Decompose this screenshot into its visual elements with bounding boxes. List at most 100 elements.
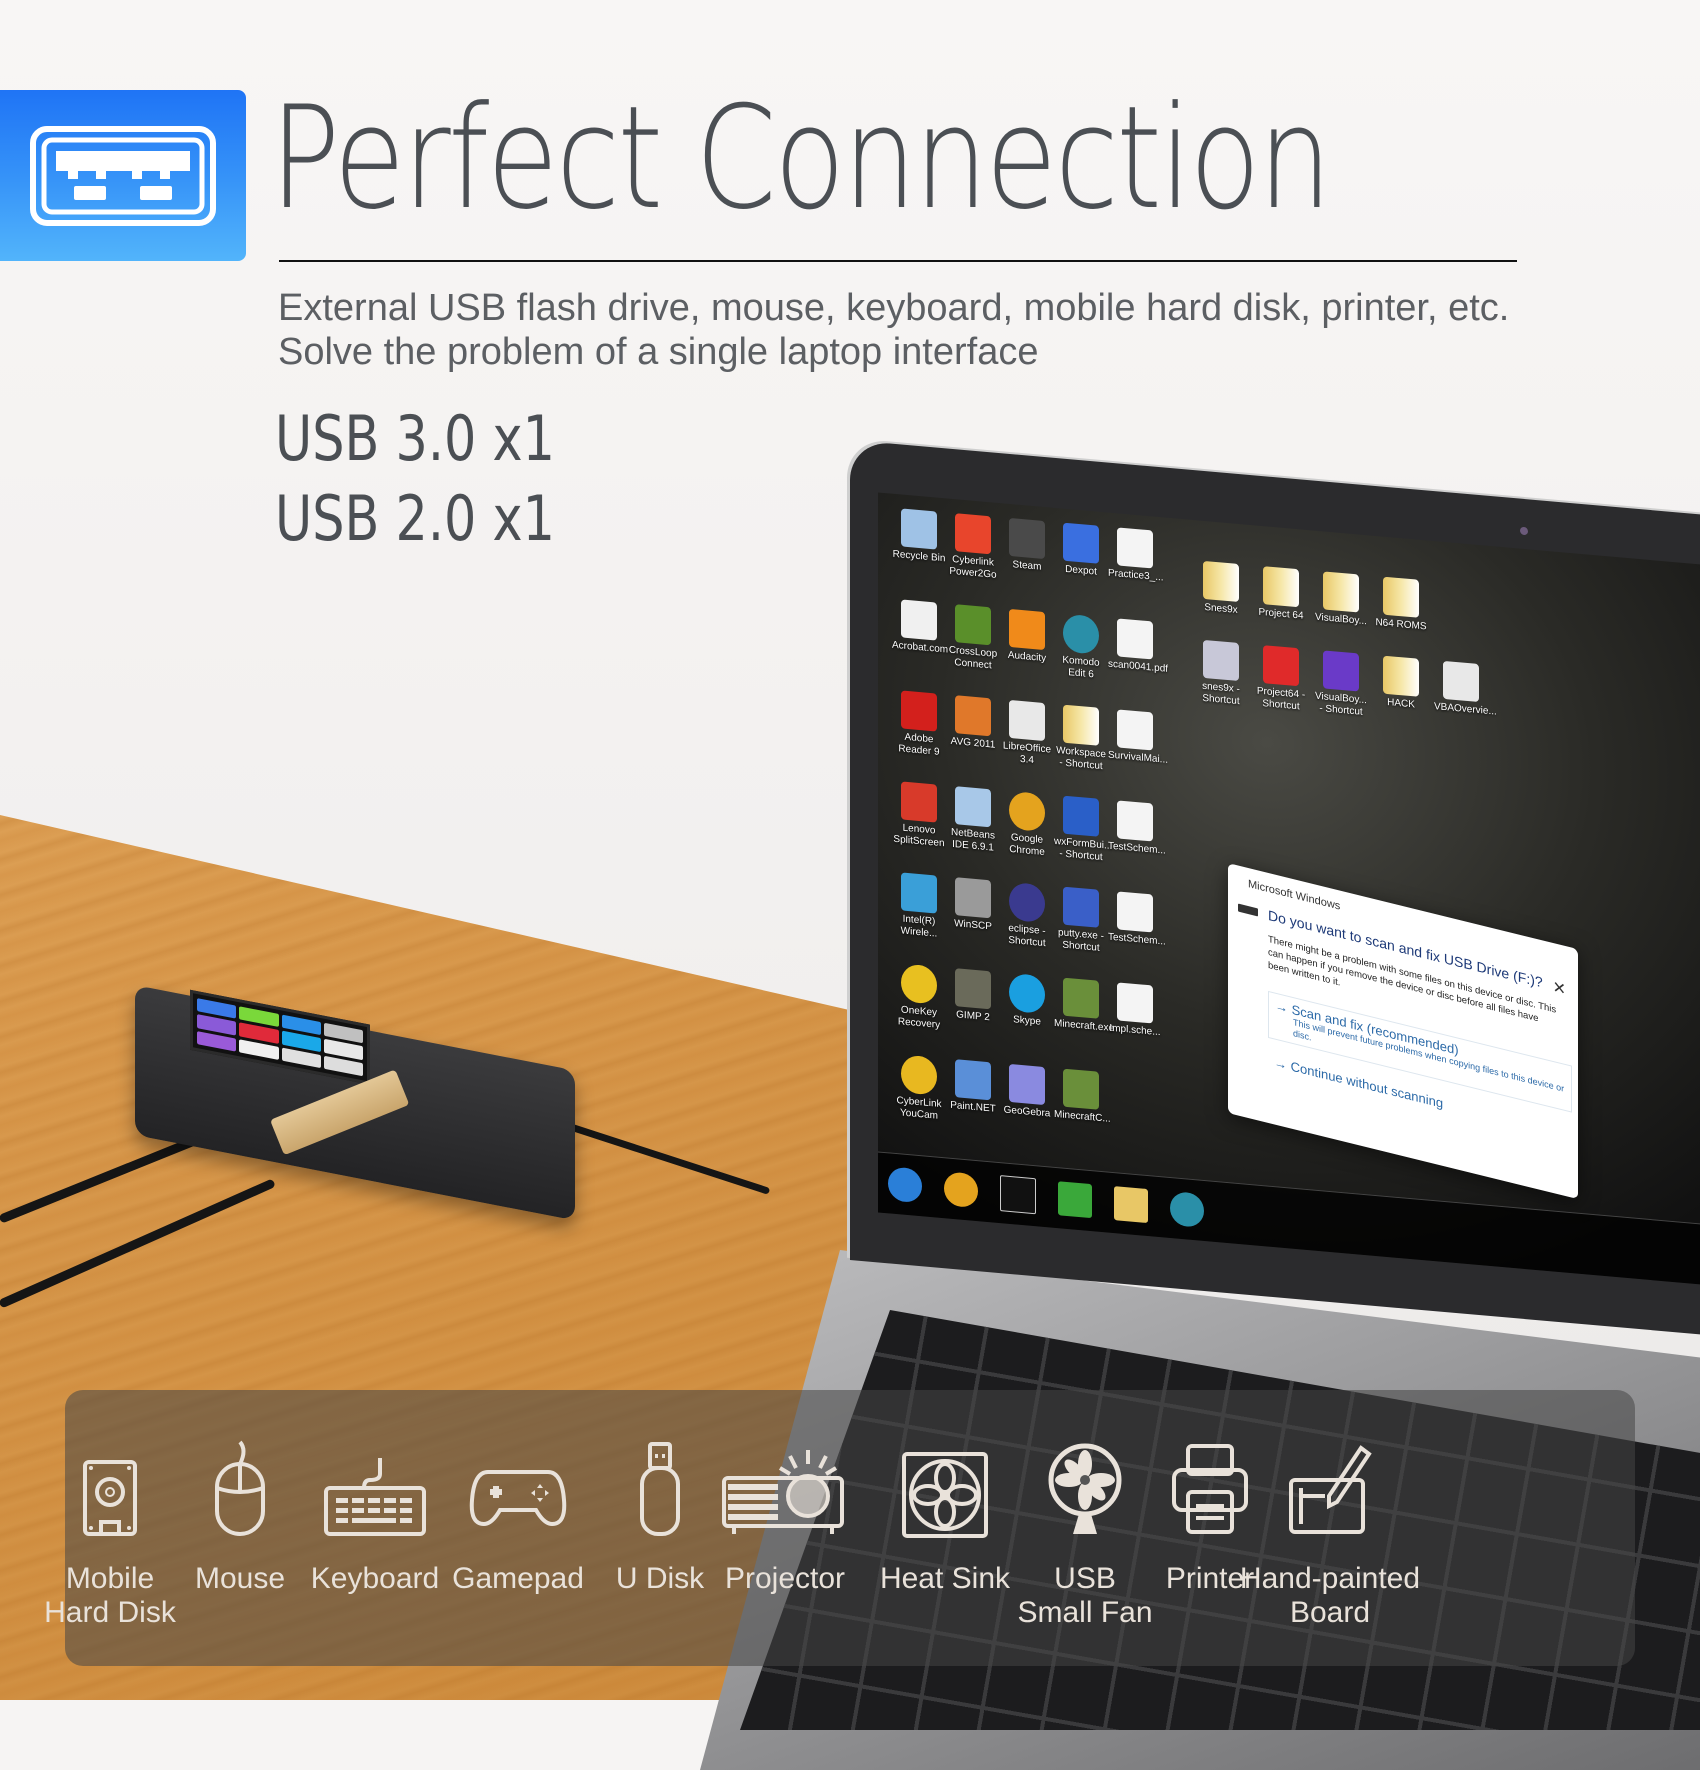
desktop-icon[interactable]: putty.exe - Shortcut xyxy=(1054,886,1108,956)
usb-stick-icon xyxy=(600,1430,720,1540)
desktop-icon-label: TestSchem... xyxy=(1108,931,1166,948)
desktop-icon[interactable]: Snes9x xyxy=(1194,560,1248,618)
windows-start-icon[interactable] xyxy=(888,1166,922,1204)
desk-fan-icon xyxy=(1010,1430,1160,1540)
desktop-icon-label: TestSchem... xyxy=(1108,840,1166,857)
device-hard-disk: Mobile Hard Disk xyxy=(40,1430,180,1630)
desktop-icon[interactable]: Workspace - Shortcut xyxy=(1054,704,1108,774)
dialog-caption: Microsoft Windows xyxy=(1248,877,1341,913)
desktop-icon-label: Adobe Reader 9 xyxy=(898,731,940,758)
desktop-icon[interactable]: SurvivalMai... xyxy=(1108,709,1168,779)
desktop-icon[interactable]: VisualBoy... xyxy=(1314,571,1368,629)
desktop-icon[interactable]: Skype xyxy=(1000,972,1054,1042)
python-file-icon xyxy=(1443,660,1479,703)
desktop-icon-label: AVG 2011 xyxy=(950,735,996,751)
chrome-icon[interactable] xyxy=(944,1171,978,1209)
desktop-icon[interactable]: Project64 - Shortcut xyxy=(1254,644,1308,714)
desktop-icon[interactable]: Paint.NET xyxy=(946,1058,1000,1128)
port-spec-usb3: USB 3.0 x1 xyxy=(275,402,555,475)
libreoffice-icon xyxy=(1009,699,1045,742)
desktop-icon-label: Intel(R) Wirele... xyxy=(900,913,938,940)
minecraft-icon xyxy=(1063,1068,1099,1110)
desktop-icon[interactable]: WinSCP xyxy=(946,876,1000,946)
folder-icon xyxy=(1323,571,1359,613)
desktop-icon-label: Paint.NET xyxy=(950,1099,996,1115)
command-prompt-icon[interactable] xyxy=(1000,1175,1036,1215)
desktop-icon[interactable]: Komodo Edit 6 xyxy=(1054,613,1108,683)
desktop-icon-label: CyberLink YouCam xyxy=(896,1095,942,1122)
desktop-icon[interactable]: GIMP 2 xyxy=(946,967,1000,1037)
desktop-icon[interactable]: TestSchem... xyxy=(1108,891,1166,961)
desktop-icon-label: VisualBoy... - Shortcut xyxy=(1315,690,1367,718)
desktop-icon[interactable]: N64 ROMS xyxy=(1374,576,1428,634)
device-gamepad: Gamepad xyxy=(443,1430,593,1596)
minecraft-icon xyxy=(1063,977,1099,1019)
desktop-icon[interactable]: Practice3_... xyxy=(1108,527,1164,597)
desktop-icon[interactable]: Dexpot xyxy=(1054,522,1108,592)
desktop-icon-label: Acrobat.com xyxy=(892,639,949,656)
desktop-icon[interactable]: Acrobat.com xyxy=(892,599,949,669)
projector-icon xyxy=(705,1430,865,1540)
desktop-icon[interactable]: Lenovo SplitScreen xyxy=(892,781,946,851)
close-icon[interactable]: ✕ xyxy=(1553,977,1566,1000)
desktop-icon[interactable]: LibreOffice 3.4 xyxy=(1000,699,1054,769)
desktop-icon[interactable]: wxFormBui... - Shortcut xyxy=(1054,795,1113,865)
steam-icon xyxy=(1009,517,1045,560)
device-label-line-2: Board xyxy=(1289,1596,1371,1629)
desktop-icon[interactable]: VBAOvervie... xyxy=(1434,660,1497,730)
desktop-icon[interactable]: VisualBoy... - Shortcut xyxy=(1314,650,1368,720)
desktop-icon[interactable]: Adobe Reader 9 xyxy=(892,690,946,760)
desktop-icon[interactable]: OneKey Recovery xyxy=(892,963,946,1033)
acrobat-icon xyxy=(901,599,937,641)
desktop-icon[interactable]: GeoGebra xyxy=(1000,1063,1054,1133)
desktop-icon[interactable]: Recycle Bin xyxy=(892,508,946,578)
desktop-icon-label: scan0041.pdf xyxy=(1108,658,1169,675)
document-icon xyxy=(1117,982,1153,1024)
desktop-icon-label: Skype xyxy=(1013,1014,1041,1028)
desktop-icon[interactable]: HACK xyxy=(1374,655,1428,725)
desktop-icon-label: LibreOffice 3.4 xyxy=(1002,740,1052,767)
desktop-icon[interactable]: Impl.sche... xyxy=(1108,982,1162,1052)
desktop-icon[interactable]: CyberLink YouCam xyxy=(892,1054,946,1124)
desktop-icon[interactable]: MinecraftC... xyxy=(1054,1068,1111,1138)
skype-icon xyxy=(1009,972,1045,1015)
desktop-icon[interactable]: Cyberlink Power2Go xyxy=(946,512,1000,582)
subtitle: External USB flash drive, mouse, keyboar… xyxy=(278,286,1509,374)
file-explorer-icon[interactable] xyxy=(1114,1186,1148,1224)
desktop-icon[interactable]: TestSchem... xyxy=(1108,800,1166,870)
desktop-icon[interactable]: snes9x - Shortcut xyxy=(1194,639,1248,709)
desktop-icon-label: Workspace - Shortcut xyxy=(1056,745,1106,773)
desktop-icon[interactable]: Audacity xyxy=(1000,608,1054,678)
desktop-icon-label: Impl.sche... xyxy=(1109,1022,1161,1039)
desktop-icon[interactable]: Google Chrome xyxy=(1000,790,1054,860)
winscp-icon xyxy=(955,877,991,919)
desktop-icon[interactable]: eclipse - Shortcut xyxy=(1000,881,1054,951)
device-heat-sink-fan: Heat Sink xyxy=(865,1430,1025,1596)
desktop-icon[interactable]: AVG 2011 xyxy=(946,694,1000,764)
desktop-icon[interactable]: CrossLoop Connect xyxy=(946,603,1000,673)
device-label-line-2: Small Fan xyxy=(1017,1596,1153,1629)
desktop-icon-label: Recycle Bin xyxy=(892,548,946,565)
desktop-icon[interactable]: scan0041.pdf xyxy=(1108,618,1169,688)
adobe-reader-icon xyxy=(901,690,937,732)
document-icon xyxy=(1117,709,1153,751)
desktop-icon[interactable]: Project 64 xyxy=(1254,565,1308,623)
network-monitor-icon[interactable] xyxy=(1058,1181,1092,1219)
desktop-icon-label: MinecraftC... xyxy=(1054,1108,1111,1125)
onekey-icon xyxy=(901,963,937,1005)
desktop-icon-label xyxy=(1434,622,1488,627)
desktop-icon[interactable]: Minecraft.exe xyxy=(1054,977,1115,1047)
desktop-icon-label: wxFormBui... - Shortcut xyxy=(1054,835,1113,864)
device-label: U Disk xyxy=(615,1562,705,1595)
pdf-icon xyxy=(1117,527,1153,569)
desktop-icon[interactable]: Steam xyxy=(1000,517,1054,587)
device-drawing-tablet: Hand-painted Board xyxy=(1230,1430,1430,1630)
usb-drive-icon xyxy=(1238,903,1258,917)
desktop-icon[interactable]: NetBeans IDE 6.9.1 xyxy=(946,785,1000,855)
webcam xyxy=(1520,526,1528,536)
desktop-icon-label: Project 64 xyxy=(1258,606,1304,622)
recycle-bin-icon xyxy=(901,508,937,550)
desktop-icon-label: Minecraft.exe xyxy=(1054,1017,1115,1035)
desktop-icon[interactable]: Intel(R) Wirele... xyxy=(892,872,946,942)
komodo-icon[interactable] xyxy=(1170,1190,1204,1228)
